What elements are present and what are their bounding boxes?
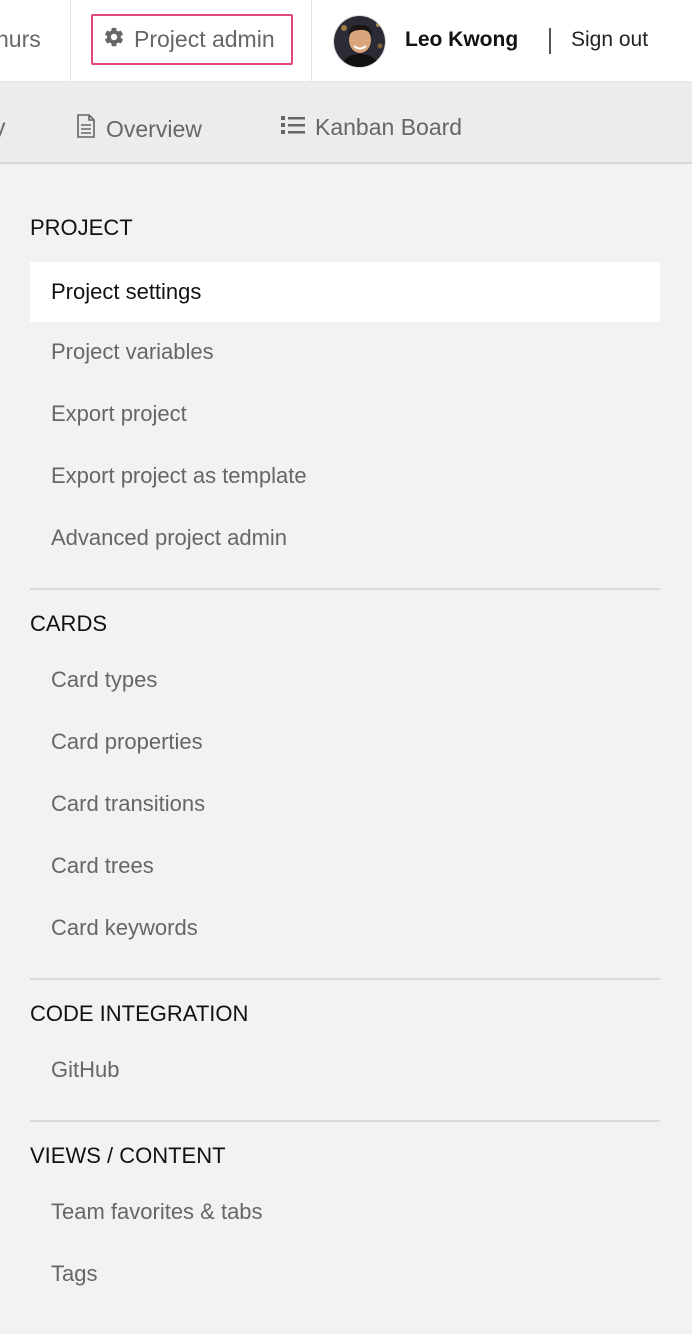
- project-admin-label: Project admin: [134, 26, 275, 52]
- section-header-code-integration: CODE INTEGRATION: [30, 1001, 249, 1026]
- divider: [70, 0, 71, 82]
- gear-icon: [103, 26, 125, 53]
- section-header-views-content: VIEWS / CONTENT: [30, 1143, 226, 1168]
- menu-item-project-variables[interactable]: Project variables: [30, 322, 660, 384]
- menu-item-card-transitions[interactable]: Card transitions: [30, 774, 660, 836]
- menu-item-card-keywords[interactable]: Card keywords: [30, 898, 660, 960]
- menu-item-card-trees[interactable]: Card trees: [30, 836, 660, 898]
- divider: [311, 0, 312, 82]
- top-bar: hurs Project admin Leo Kwong Sign out: [0, 0, 692, 82]
- menu-item-project-settings[interactable]: Project settings: [30, 262, 660, 322]
- menu-item-advanced-admin[interactable]: Advanced project admin: [30, 508, 660, 570]
- menu-item-tags[interactable]: Tags: [30, 1244, 660, 1306]
- section-header-cards: CARDS: [30, 611, 108, 636]
- avatar[interactable]: [333, 15, 386, 68]
- project-admin-button[interactable]: Project admin: [91, 14, 293, 65]
- menu-item-team-favorites[interactable]: Team favorites & tabs: [30, 1182, 660, 1244]
- menu-item-card-properties[interactable]: Card properties: [30, 712, 660, 774]
- divider: [549, 28, 551, 54]
- tab-bar: y Overview Kanban Board: [0, 82, 692, 164]
- user-name: Leo Kwong: [405, 28, 519, 51]
- menu-item-card-types[interactable]: Card types: [30, 650, 660, 712]
- section-header-project: PROJECT: [30, 215, 133, 240]
- menu-item-github[interactable]: GitHub: [30, 1040, 660, 1102]
- tab-overview[interactable]: Overview: [76, 114, 202, 144]
- menu-item-export-project[interactable]: Export project: [30, 384, 660, 446]
- nav-link-cut[interactable]: hurs: [0, 26, 41, 53]
- admin-menu: PROJECT Project settings Project variabl…: [30, 164, 660, 1306]
- tab-cut[interactable]: y: [0, 114, 6, 141]
- document-icon: [76, 114, 96, 144]
- menu-item-export-template[interactable]: Export project as template: [30, 446, 660, 508]
- tab-kanban-board[interactable]: Kanban Board: [281, 114, 462, 141]
- list-icon: [281, 114, 305, 141]
- sign-out-link[interactable]: Sign out: [571, 28, 648, 52]
- tab-label: Overview: [106, 115, 202, 142]
- tab-label: Kanban Board: [315, 114, 463, 140]
